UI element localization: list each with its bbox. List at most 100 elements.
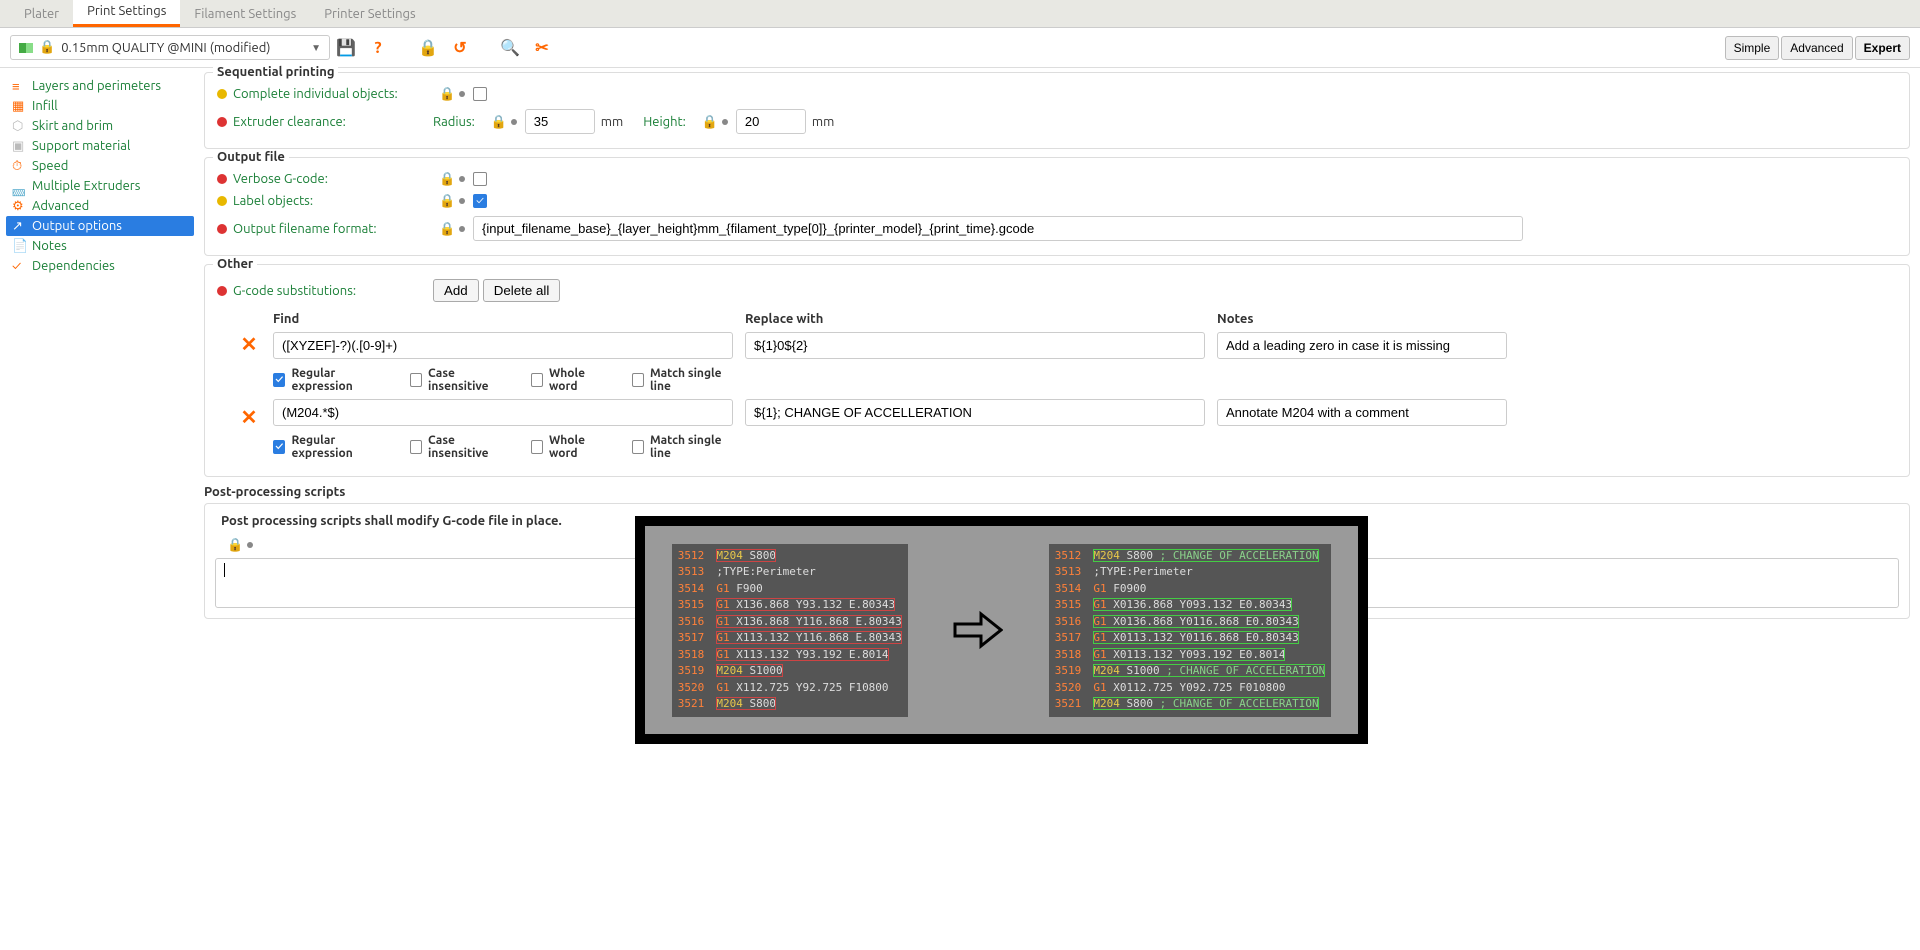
find-header: Find: [273, 312, 733, 328]
undo-icon[interactable]: ↺: [448, 38, 472, 57]
mode-expert[interactable]: Expert: [1855, 36, 1910, 60]
notes-input[interactable]: [1217, 399, 1507, 426]
single-line-checkbox[interactable]: [632, 440, 644, 454]
label-objects-checkbox[interactable]: ✓: [473, 194, 487, 208]
case-checkbox[interactable]: [410, 373, 422, 387]
advanced-icon: ⚙: [12, 199, 26, 213]
single-line-label: Match single line: [650, 434, 733, 460]
save-icon[interactable]: 💾: [334, 38, 358, 57]
gcode-demo-image: 3512 M204 S8003513 ;TYPE:Perimeter3514 G…: [635, 516, 1368, 744]
whole-word-checkbox[interactable]: [531, 440, 543, 454]
reset-dot-icon[interactable]: [459, 176, 465, 182]
mode-simple[interactable]: Simple: [1725, 36, 1780, 60]
complete-objects-checkbox[interactable]: [473, 87, 487, 101]
replace-input[interactable]: [745, 399, 1205, 426]
tab-plater[interactable]: Plater: [10, 1, 73, 27]
support-icon: ▣: [12, 139, 26, 153]
panel-title: Output file: [213, 150, 289, 164]
preset-dropdown[interactable]: 🔒 0.15mm QUALITY @MINI (modified) ▼: [10, 35, 330, 60]
tab-filament-settings[interactable]: Filament Settings: [180, 1, 310, 27]
sidebar-item-deps[interactable]: ✓Dependencies: [6, 256, 194, 276]
lock-icon[interactable]: 🔒: [439, 222, 453, 236]
sidebar-item-layers[interactable]: ≡Layers and perimeters: [6, 76, 194, 96]
lock-toolbar-icon[interactable]: 🔒: [416, 38, 440, 57]
reset-dot-icon[interactable]: [459, 91, 465, 97]
delete-all-button[interactable]: Delete all: [483, 279, 561, 302]
label-objects-label: Label objects:: [233, 194, 433, 208]
panel-output-file: Output file Verbose G-code: 🔒 Label obje…: [204, 157, 1910, 256]
panel-title: Other: [213, 257, 257, 271]
reset-dot-icon[interactable]: [459, 198, 465, 204]
notes-icon: 📄: [12, 239, 26, 253]
reset-dot-icon[interactable]: [247, 542, 253, 548]
skirt-icon: ⬡: [12, 119, 26, 133]
notes-header: Notes: [1217, 312, 1507, 328]
unit-label: mm: [812, 115, 834, 129]
bullet-icon: [217, 224, 227, 234]
unit-label: mm: [601, 115, 623, 129]
panel-sequential-printing: Sequential printing Complete individual …: [204, 72, 1910, 149]
bullet-icon: [217, 117, 227, 127]
sidebar-item-advanced[interactable]: ⚙Advanced: [6, 196, 194, 216]
multi-extruder-icon: 🝙: [12, 179, 26, 193]
sidebar-item-output[interactable]: ↗Output options: [6, 216, 194, 236]
verbose-gcode-checkbox[interactable]: [473, 172, 487, 186]
add-button[interactable]: Add: [433, 279, 479, 302]
radius-label: Radius:: [433, 115, 475, 129]
lock-icon[interactable]: 🔒: [491, 115, 505, 129]
case-label: Case insensitive: [428, 367, 507, 393]
replace-input[interactable]: [745, 332, 1205, 359]
single-line-checkbox[interactable]: [632, 373, 644, 387]
lock-icon[interactable]: 🔒: [227, 538, 241, 552]
substitution-row: ✕ ✓ Regular expression Case insensitive W…: [237, 399, 1897, 460]
deps-icon: ✓: [12, 259, 26, 273]
radius-input[interactable]: [525, 109, 595, 134]
substitution-row: ✕ Find ✓Regular expression Case insensit…: [237, 312, 1897, 393]
layers-icon: ≡: [12, 79, 26, 93]
sidebar-item-multi[interactable]: 🝙Multiple Extruders: [6, 176, 194, 196]
whole-word-checkbox[interactable]: [531, 373, 543, 387]
compare-icon[interactable]: ✂: [530, 38, 554, 57]
tab-print-settings[interactable]: Print Settings: [73, 0, 180, 27]
single-line-label: Match single line: [650, 367, 733, 393]
delete-row-icon[interactable]: ✕: [237, 399, 261, 429]
tab-printer-settings[interactable]: Printer Settings: [310, 1, 429, 27]
regex-checkbox[interactable]: ✓: [273, 440, 285, 454]
reset-dot-icon[interactable]: [722, 119, 728, 125]
sidebar-item-support[interactable]: ▣Support material: [6, 136, 194, 156]
case-checkbox[interactable]: [410, 440, 422, 454]
bullet-icon: [217, 286, 227, 296]
whole-word-label: Whole word: [549, 434, 608, 460]
lock-icon[interactable]: 🔒: [439, 172, 453, 186]
reset-dot-icon[interactable]: [459, 226, 465, 232]
lock-icon[interactable]: 🔒: [702, 115, 716, 129]
mode-advanced[interactable]: Advanced: [1781, 36, 1852, 60]
preset-flag-icon: [19, 43, 33, 53]
lock-icon[interactable]: 🔒: [439, 194, 453, 208]
reset-dot-icon[interactable]: [511, 119, 517, 125]
output-filename-label: Output filename format:: [233, 222, 433, 236]
find-input[interactable]: [273, 399, 733, 426]
sidebar-item-speed[interactable]: ⏱Speed: [6, 156, 194, 176]
height-input[interactable]: [736, 109, 806, 134]
help-icon[interactable]: ?: [366, 39, 390, 57]
delete-row-icon[interactable]: ✕: [237, 312, 261, 356]
infill-icon: ▦: [12, 99, 26, 113]
main-tabs: Plater Print Settings Filament Settings …: [0, 0, 1920, 28]
sidebar-item-notes[interactable]: 📄Notes: [6, 236, 194, 256]
height-label: Height:: [643, 115, 686, 129]
lock-icon[interactable]: 🔒: [439, 87, 453, 101]
find-input[interactable]: [273, 332, 733, 359]
case-label: Case insensitive: [428, 434, 507, 460]
output-filename-input[interactable]: [473, 216, 1523, 241]
regex-checkbox[interactable]: ✓: [273, 373, 285, 387]
sidebar-item-skirt[interactable]: ⬡Skirt and brim: [6, 116, 194, 136]
panel-other: Other G-code substitutions: Add Delete a…: [204, 264, 1910, 477]
notes-input[interactable]: [1217, 332, 1507, 359]
search-icon[interactable]: 🔍: [498, 38, 522, 57]
whole-word-label: Whole word: [549, 367, 608, 393]
sidebar-item-infill[interactable]: ▦Infill: [6, 96, 194, 116]
regex-label: Regular expression: [291, 434, 385, 460]
complete-objects-label: Complete individual objects:: [233, 87, 433, 101]
speed-icon: ⏱: [12, 159, 26, 173]
